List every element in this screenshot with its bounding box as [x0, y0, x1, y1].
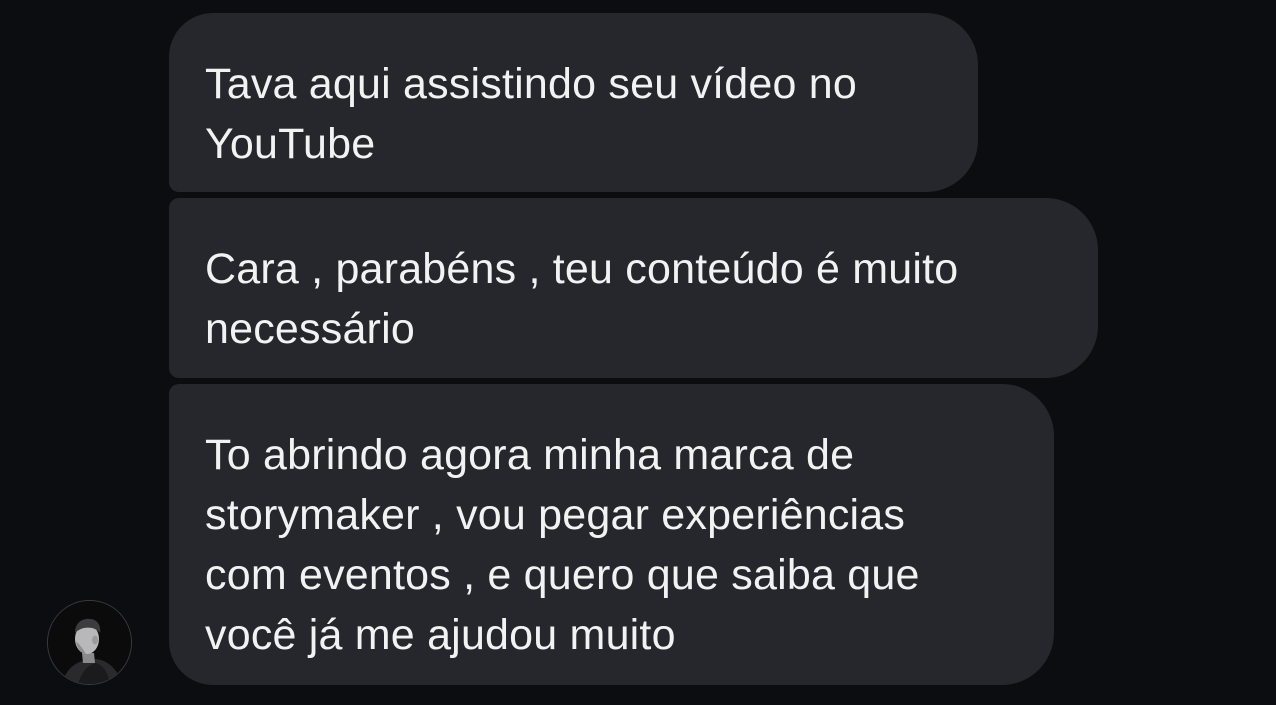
sender-avatar[interactable] [47, 600, 132, 685]
message-bubble[interactable]: Cara , parabéns , teu conteúdo é muito n… [169, 198, 1098, 378]
chat-thread: Tava aqui assistindo seu vídeo no YouTub… [0, 0, 1276, 705]
message-bubble[interactable]: Tava aqui assistindo seu vídeo no YouTub… [169, 13, 978, 192]
message-bubble[interactable]: To abrindo agora minha marca de storymak… [169, 384, 1054, 685]
user-profile-icon [48, 601, 131, 684]
